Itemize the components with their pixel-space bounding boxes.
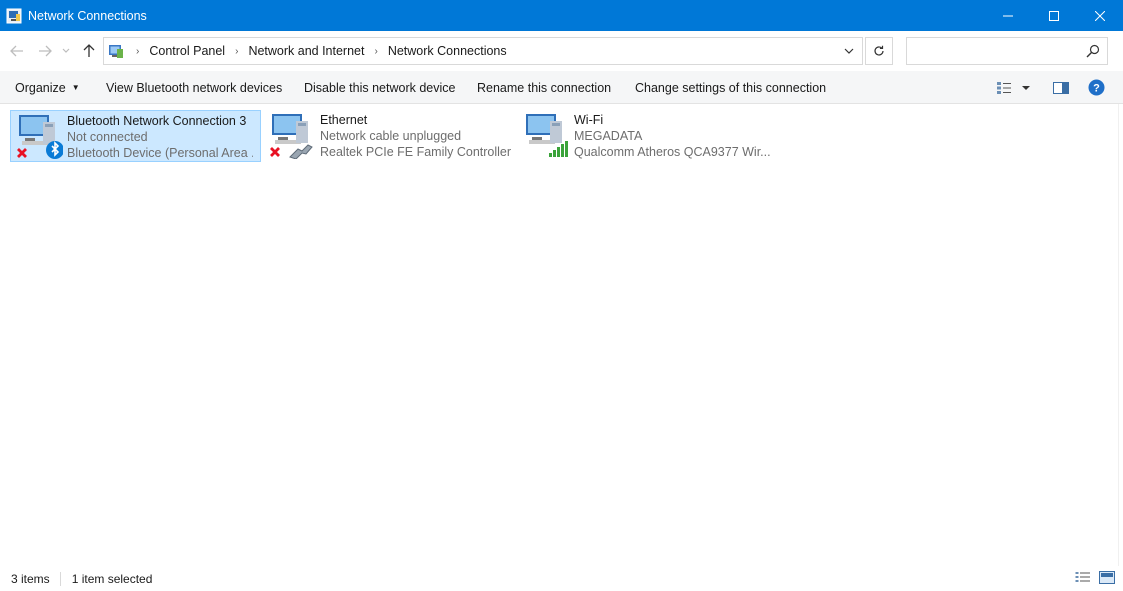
organize-menu[interactable]: Organize ▼	[15, 71, 80, 104]
preview-pane-button[interactable]	[1053, 71, 1069, 104]
connection-status: MEGADATA	[574, 129, 643, 143]
svg-text:?: ?	[1093, 83, 1100, 95]
window-title: Network Connections	[28, 8, 147, 23]
view-bluetooth-devices-button[interactable]: View Bluetooth network devices	[106, 71, 282, 104]
status-bar: 3 items 1 item selected	[0, 566, 1123, 591]
connection-device: Qualcomm Atheros QCA9377 Wir...	[574, 145, 771, 159]
arrow-right-icon	[39, 45, 52, 57]
large-icons-view-icon[interactable]	[1099, 571, 1115, 584]
chevron-down-icon	[844, 48, 854, 54]
ethernet-adapter-icon	[268, 111, 316, 160]
search-input[interactable]	[913, 38, 1083, 64]
connections-list: Bluetooth Network Connection 3 Not conne…	[0, 104, 1118, 566]
control-panel-icon	[109, 45, 123, 58]
connection-status: Not connected	[67, 130, 148, 144]
connection-wifi[interactable]: Wi-Fi MEGADATA Qualcomm Atheros QCA9377 …	[518, 110, 778, 162]
command-bar: Organize ▼ View Bluetooth network device…	[0, 71, 1123, 104]
arrow-up-icon	[83, 44, 95, 57]
connection-name: Bluetooth Network Connection 3	[67, 114, 247, 128]
title-bar: Network Connections	[0, 0, 1123, 31]
details-view-icon	[997, 81, 1011, 94]
minimize-button[interactable]	[985, 0, 1031, 31]
change-settings-button[interactable]: Change settings of this connection	[635, 71, 826, 104]
help-icon: ?	[1088, 79, 1105, 96]
preview-pane-icon	[1053, 81, 1069, 94]
close-button[interactable]	[1077, 0, 1123, 31]
selection-count: 1 item selected	[71, 571, 153, 586]
close-icon	[1095, 10, 1105, 21]
address-bar[interactable]: › Control Panel › Network and Internet ›…	[103, 37, 863, 65]
change-view-button[interactable]	[996, 71, 1014, 104]
up-button[interactable]	[80, 42, 98, 60]
connection-status: Network cable unplugged	[320, 129, 462, 143]
scroll-edge	[1118, 104, 1123, 566]
connection-name: Ethernet	[320, 113, 368, 127]
bluetooth-adapter-icon	[15, 112, 64, 160]
breadcrumb-network-and-internet[interactable]: Network and Internet	[248, 44, 364, 58]
back-button[interactable]	[8, 42, 26, 60]
connection-name: Wi-Fi	[574, 113, 604, 127]
navigation-row: › Control Panel › Network and Internet ›…	[0, 31, 1123, 71]
minimize-icon	[1003, 15, 1013, 16]
breadcrumb-separator-2: ›	[374, 45, 378, 57]
item-count: 3 items	[11, 571, 50, 586]
breadcrumb-separator-0: ›	[136, 45, 140, 57]
rename-connection-button[interactable]: Rename this connection	[477, 71, 611, 104]
network-connections-app-icon	[6, 8, 22, 23]
caret-down-icon: ▼	[71, 83, 80, 92]
disable-device-button[interactable]: Disable this network device	[304, 71, 455, 104]
maximize-icon	[1049, 10, 1059, 21]
refresh-icon	[874, 45, 884, 56]
breadcrumb-control-panel[interactable]: Control Panel	[149, 44, 225, 58]
status-divider	[59, 571, 61, 586]
connection-ethernet[interactable]: Ethernet Network cable unplugged Realtek…	[264, 110, 514, 162]
help-button[interactable]: ?	[1088, 71, 1105, 104]
forward-button[interactable]	[36, 42, 54, 60]
address-history-dropdown[interactable]	[836, 38, 862, 64]
organize-label: Organize	[15, 80, 66, 95]
breadcrumb-separator-1: ›	[235, 45, 239, 57]
caret-down-icon	[1022, 85, 1030, 90]
refresh-button[interactable]	[865, 37, 893, 65]
chevron-down-icon	[62, 48, 70, 53]
search-icon[interactable]	[1086, 44, 1100, 58]
connection-device: Bluetooth Device (Personal Area ...	[67, 146, 253, 160]
recent-locations-button[interactable]	[60, 42, 72, 60]
connection-device: Realtek PCIe FE Family Controller	[320, 145, 512, 159]
view-options-dropdown[interactable]	[1021, 71, 1031, 104]
maximize-button[interactable]	[1031, 0, 1077, 31]
connection-bluetooth[interactable]: Bluetooth Network Connection 3 Not conne…	[10, 110, 261, 162]
wifi-adapter-icon	[522, 111, 570, 159]
arrow-left-icon	[10, 45, 23, 57]
details-view-icon[interactable]	[1075, 571, 1091, 584]
search-box[interactable]	[906, 37, 1108, 65]
breadcrumb-network-connections[interactable]: Network Connections	[388, 44, 507, 58]
